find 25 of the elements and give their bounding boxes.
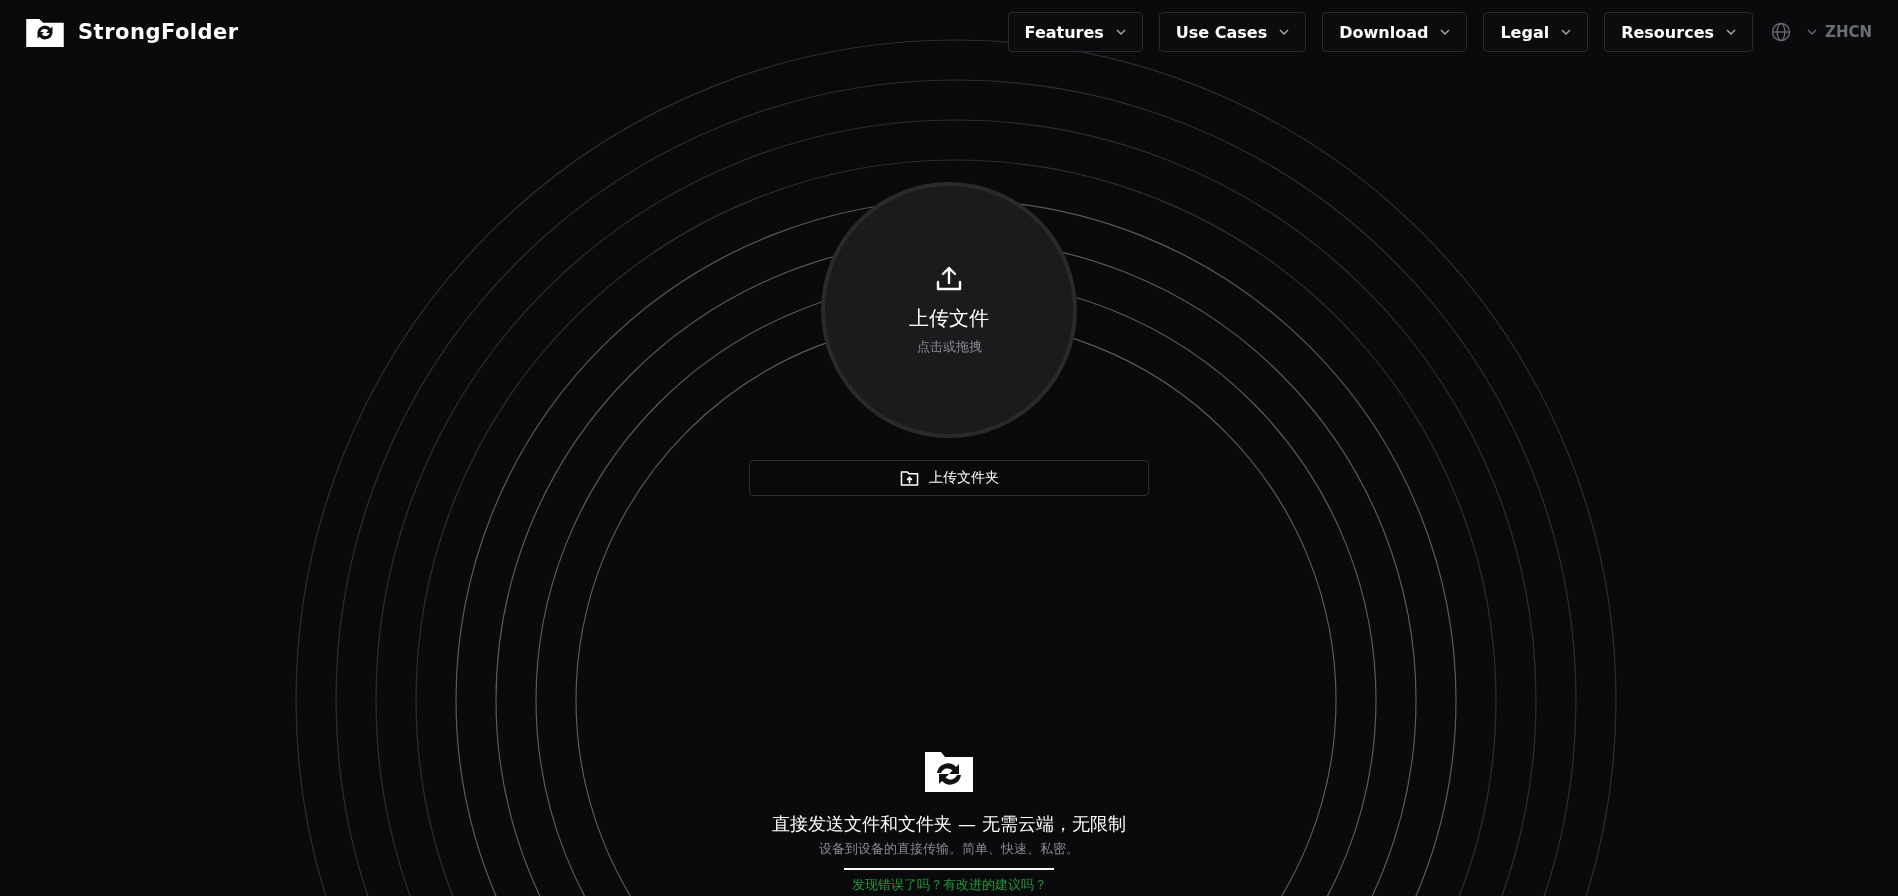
globe-icon[interactable]	[1771, 22, 1791, 42]
nav-menu-button[interactable]: Use Cases	[1158, 12, 1307, 52]
language-selector[interactable]: ZHCN	[1825, 23, 1872, 41]
nav-menu-button[interactable]: Resources	[1604, 12, 1753, 52]
nav-menu-button[interactable]: Download	[1322, 12, 1468, 52]
upload-hint: 点击或拖拽	[916, 337, 982, 356]
caret-icon	[1115, 29, 1126, 35]
caret-icon	[1561, 29, 1572, 35]
nav-menu-button[interactable]: Legal	[1483, 12, 1589, 52]
upload-icon	[935, 264, 963, 293]
caret-icon	[1726, 29, 1736, 35]
upload-title: 上传文件	[909, 304, 989, 332]
upload-folder-button[interactable]: 上传文件夹	[749, 460, 1149, 496]
nav-menu-button[interactable]: Features	[1007, 12, 1143, 52]
feedback-link[interactable]: 发现错误了吗？有改进的建议吗？	[851, 876, 1047, 894]
tagline-subtitle: 设备到设备的直接传输。简单、快速、私密。	[819, 840, 1079, 858]
folder-sync-icon	[925, 752, 973, 792]
folder-sync-icon[interactable]	[26, 17, 64, 47]
caret-icon	[1440, 29, 1451, 35]
tagline-heading: 直接发送文件和文件夹 — 无需云端，无限制	[772, 812, 1126, 836]
caret-icon[interactable]	[1807, 29, 1817, 35]
upload-drop-zone[interactable]: 上传文件 点击或拖拽	[821, 182, 1077, 438]
brand-name[interactable]: StrongFolder	[78, 20, 239, 44]
folder-upload-icon	[899, 469, 919, 487]
caret-icon	[1279, 29, 1290, 35]
